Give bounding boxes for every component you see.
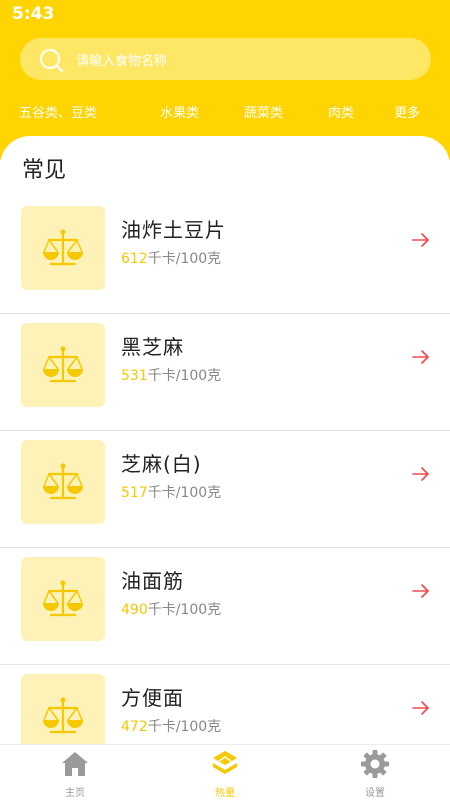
calorie-unit: 千卡/100克	[147, 485, 222, 501]
food-list-item[interactable]: 油面筋 490千卡/100克	[0, 547, 450, 665]
calorie-unit: 千卡/100克	[147, 719, 222, 735]
food-thumbnail	[21, 557, 105, 641]
calorie-value: 612	[121, 251, 148, 267]
arrow-right-icon[interactable]	[411, 583, 431, 599]
food-name: 油炸土豆片	[121, 218, 226, 242]
food-calories: 490千卡/100克	[121, 599, 221, 619]
food-list-item[interactable]: 黑芝麻 531千卡/100克	[0, 313, 450, 431]
calorie-unit: 千卡/100克	[147, 368, 222, 384]
search-icon	[40, 49, 64, 73]
tab-label: 主页	[65, 788, 85, 799]
home-icon	[62, 752, 88, 776]
scale-icon	[43, 580, 83, 617]
scale-icon	[43, 697, 83, 734]
tab-home[interactable]: 主页	[0, 745, 150, 801]
food-name: 芝麻(白)	[121, 452, 202, 476]
calorie-unit: 千卡/100克	[147, 602, 222, 618]
food-list-item[interactable]: 芝麻(白) 517千卡/100克	[0, 430, 450, 548]
search-bar[interactable]: 请输入食物名称	[20, 38, 431, 80]
category-meat[interactable]: 肉类	[328, 102, 354, 121]
food-list-panel: 常见 油炸土豆片 612千卡/100克 黑芝麻 531千卡/100克 芝麻(白) 517千…	[0, 136, 450, 756]
status-time: 5:43	[12, 4, 55, 24]
category-more[interactable]: 更多	[394, 102, 420, 121]
food-thumbnail	[21, 206, 105, 290]
tab-label: 设置	[365, 788, 385, 799]
food-list-item[interactable]: 方便面 472千卡/100克	[0, 664, 450, 756]
gear-icon	[361, 750, 389, 778]
tab-label: 热量	[215, 788, 235, 799]
search-input[interactable]: 请输入食物名称	[76, 50, 167, 69]
layers-icon	[213, 751, 237, 774]
category-fruits[interactable]: 水果类	[160, 102, 199, 121]
food-calories: 531千卡/100克	[121, 365, 221, 385]
arrow-right-icon[interactable]	[411, 232, 431, 248]
scale-icon	[43, 346, 83, 383]
scale-icon	[43, 229, 83, 266]
arrow-right-icon[interactable]	[411, 466, 431, 482]
food-calories: 612千卡/100克	[121, 248, 221, 268]
scale-icon	[43, 463, 83, 500]
tab-calories[interactable]: 热量	[150, 745, 300, 801]
calorie-value: 531	[121, 368, 148, 384]
calorie-unit: 千卡/100克	[147, 251, 222, 267]
arrow-right-icon[interactable]	[411, 700, 431, 716]
calorie-value: 472	[121, 719, 148, 735]
calorie-value: 517	[121, 485, 148, 501]
section-title: 常见	[22, 158, 67, 183]
arrow-right-icon[interactable]	[411, 349, 431, 365]
food-name: 黑芝麻	[121, 335, 184, 359]
food-calories: 517千卡/100克	[121, 482, 221, 502]
food-list-item[interactable]: 油炸土豆片 612千卡/100克	[0, 196, 450, 314]
food-thumbnail	[21, 440, 105, 524]
food-thumbnail	[21, 323, 105, 407]
category-vegetables[interactable]: 蔬菜类	[244, 102, 283, 121]
food-name: 方便面	[121, 686, 184, 710]
bottom-tab-bar: 主页 热量 设置	[0, 744, 450, 801]
tab-settings[interactable]: 设置	[300, 745, 450, 801]
food-calories: 472千卡/100克	[121, 716, 221, 736]
calorie-value: 490	[121, 602, 148, 618]
food-name: 油面筋	[121, 569, 184, 593]
category-grains-beans[interactable]: 五谷类、豆类	[19, 102, 97, 121]
